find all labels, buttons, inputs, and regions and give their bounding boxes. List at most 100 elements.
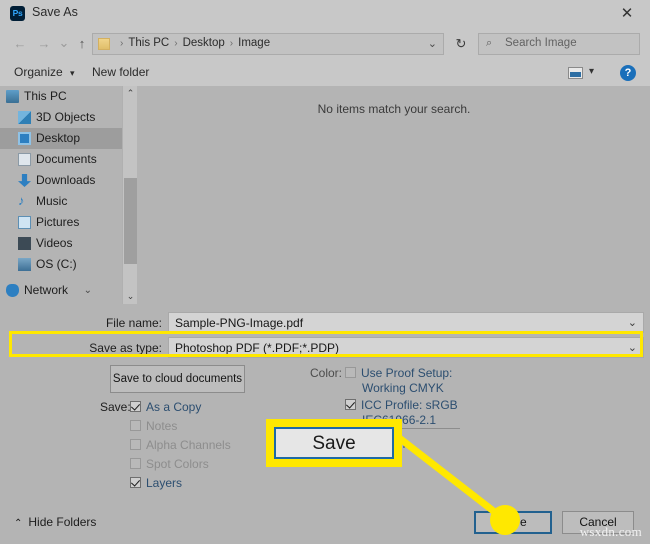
sidebar-item-label: OS (C:) xyxy=(36,257,77,271)
checkbox-icon[interactable] xyxy=(345,399,356,410)
close-icon[interactable]: ✕ xyxy=(612,2,642,26)
breadcrumb-item-image[interactable]: Image xyxy=(238,37,270,49)
pointer-line xyxy=(395,434,508,523)
help-icon[interactable]: ? xyxy=(620,65,636,81)
pictures-icon xyxy=(18,216,31,229)
breadcrumb-sep-1: › xyxy=(174,38,178,49)
breadcrumb-sep-2: › xyxy=(229,38,234,49)
3d-objects-icon xyxy=(18,111,31,124)
up-icon[interactable]: ↑ xyxy=(72,34,92,54)
pc-icon xyxy=(6,90,19,103)
browser-body: This PC 3D Objects Desktop Documents Dow… xyxy=(0,86,650,304)
checkbox-spot-colors[interactable]: Spot Colors xyxy=(130,457,209,471)
sidebar-item-desktop[interactable]: Desktop xyxy=(0,128,122,149)
sidebar-item-this-pc[interactable]: This PC xyxy=(0,86,122,107)
checkbox-alpha-channels[interactable]: Alpha Channels xyxy=(130,438,231,452)
scroll-down-icon[interactable]: ⌄ xyxy=(123,289,138,304)
checkbox-label: Alpha Channels xyxy=(146,438,231,452)
file-list-pane[interactable]: No items match your search. xyxy=(138,86,650,304)
checkbox-layers[interactable]: Layers xyxy=(130,476,182,490)
drive-icon xyxy=(18,258,31,271)
sidebar-scrollbar[interactable]: ⌃ ⌄ xyxy=(122,86,137,304)
scrollbar-thumb[interactable] xyxy=(124,178,137,264)
forward-icon[interactable]: → xyxy=(34,34,54,54)
title-bar: Ps Save As ✕ xyxy=(0,0,650,28)
watermark: wsxdn.com xyxy=(579,524,642,539)
recent-locations-icon[interactable]: ⌄ xyxy=(54,33,74,53)
file-name-input[interactable]: Sample-PNG-Image.pdf ⌄ xyxy=(168,312,644,333)
checkbox-use-proof-setup[interactable]: Use Proof Setup: xyxy=(345,366,452,380)
chevron-down-icon[interactable]: ⌄ xyxy=(84,280,92,301)
search-input[interactable]: Search Image xyxy=(505,37,577,49)
sidebar-item-label: Documents xyxy=(36,152,97,166)
navigation-bar: ← → ⌄ ↑ › This PC › Desktop › Image ⌄ ↻ ⌕ Sea… xyxy=(0,28,650,60)
window-title: Save As xyxy=(32,5,78,19)
sidebar-item-pictures[interactable]: Pictures xyxy=(0,212,122,233)
view-layout-icon[interactable] xyxy=(568,67,583,79)
save-button-zoom[interactable]: Save xyxy=(274,427,394,459)
checkbox-icon[interactable] xyxy=(130,401,141,412)
network-icon xyxy=(6,284,19,297)
save-as-dialog: Ps Save As ✕ ← → ⌄ ↑ › This PC › Desktop › Im… xyxy=(0,0,650,544)
organize-button[interactable]: Organize ▾ xyxy=(14,65,75,79)
sidebar-item-label: Downloads xyxy=(36,173,96,187)
chevron-down-icon[interactable]: ⌄ xyxy=(428,37,437,50)
sidebar-item-videos[interactable]: Videos xyxy=(0,233,122,254)
music-icon: ♪ xyxy=(18,193,25,208)
command-bar: Organize ▾ New folder ▾ ? xyxy=(0,60,650,86)
sidebar-item-documents[interactable]: Documents xyxy=(0,149,122,170)
checkbox-label: Use Proof Setup: xyxy=(361,366,453,380)
save-as-dialog-screenshot: Ps Save As ✕ ← → ⌄ ↑ › This PC › Desktop › Im… xyxy=(0,0,650,544)
chevron-down-icon[interactable]: ⌄ xyxy=(628,316,637,329)
sidebar-item-downloads[interactable]: Downloads xyxy=(0,170,122,191)
hide-folders-label: Hide Folders xyxy=(28,515,97,529)
hide-folders-button[interactable]: ⌃ Hide Folders xyxy=(14,515,96,529)
search-icon: ⌕ xyxy=(486,37,493,49)
sidebar-item-music[interactable]: ♪ Music xyxy=(0,191,122,212)
back-icon[interactable]: ← xyxy=(10,34,30,54)
sidebar-item-3d-objects[interactable]: 3D Objects xyxy=(0,107,122,128)
save-button[interactable]: Save xyxy=(474,511,552,534)
checkbox-as-a-copy[interactable]: As a Copy xyxy=(130,400,201,414)
sidebar-item-label: Desktop xyxy=(36,131,81,145)
empty-state-message: No items match your search. xyxy=(317,102,471,116)
checkbox-label: As a Copy xyxy=(146,400,202,414)
address-bar[interactable]: › This PC › Desktop › Image ⌄ xyxy=(92,33,444,55)
organize-label: Organize xyxy=(14,65,63,79)
proof-setup-sublabel: Working CMYK xyxy=(362,381,444,395)
checkbox-notes[interactable]: Notes xyxy=(130,419,177,433)
chevron-down-icon[interactable]: ▾ xyxy=(589,66,594,77)
folder-icon xyxy=(98,38,110,50)
sidebar-item-os-c[interactable]: OS (C:) xyxy=(0,254,122,275)
checkbox-icon[interactable] xyxy=(130,420,141,431)
new-folder-button[interactable]: New folder xyxy=(92,65,149,79)
breadcrumb-item-desktop[interactable]: Desktop xyxy=(183,37,225,49)
videos-icon xyxy=(18,237,31,250)
sidebar-item-label: This PC xyxy=(24,89,67,103)
desktop-icon xyxy=(18,132,31,145)
checkbox-label: Layers xyxy=(146,476,183,490)
save-to-cloud-documents-button[interactable]: Save to cloud documents xyxy=(110,365,245,393)
save-as-type-select[interactable]: Photoshop PDF (*.PDF;*.PDP) ⌄ xyxy=(168,337,644,358)
checkbox-icon[interactable] xyxy=(130,477,141,488)
save-group-label: Save: xyxy=(100,400,131,414)
checkbox-icon[interactable] xyxy=(130,439,141,450)
breadcrumb-item-this-pc[interactable]: This PC xyxy=(128,37,169,49)
checkbox-icon[interactable] xyxy=(345,367,356,378)
checkbox-icon[interactable] xyxy=(130,458,141,469)
sidebar-item-label: Network xyxy=(24,283,69,297)
refresh-icon[interactable]: ↻ xyxy=(449,33,473,55)
breadcrumb-sep-0: › xyxy=(120,38,124,49)
chevron-down-icon[interactable]: ⌄ xyxy=(628,341,637,354)
save-as-type-value: Photoshop PDF (*.PDF;*.PDP) xyxy=(175,341,340,355)
scroll-up-icon[interactable]: ⌃ xyxy=(123,86,138,101)
sidebar-item-label: 3D Objects xyxy=(36,110,96,124)
navigation-pane: This PC 3D Objects Desktop Documents Dow… xyxy=(0,86,122,304)
file-name-value: Sample-PNG-Image.pdf xyxy=(175,316,304,330)
save-button-callout: Save xyxy=(266,419,402,467)
search-box[interactable]: ⌕ Search Image xyxy=(478,33,640,55)
sidebar-item-network[interactable]: Network ⌄ xyxy=(0,280,122,301)
chevron-up-icon: ⌃ xyxy=(14,518,23,529)
sidebar-item-label: Music xyxy=(36,194,68,208)
checkbox-icc-profile[interactable]: ICC Profile: sRGB xyxy=(345,398,458,412)
